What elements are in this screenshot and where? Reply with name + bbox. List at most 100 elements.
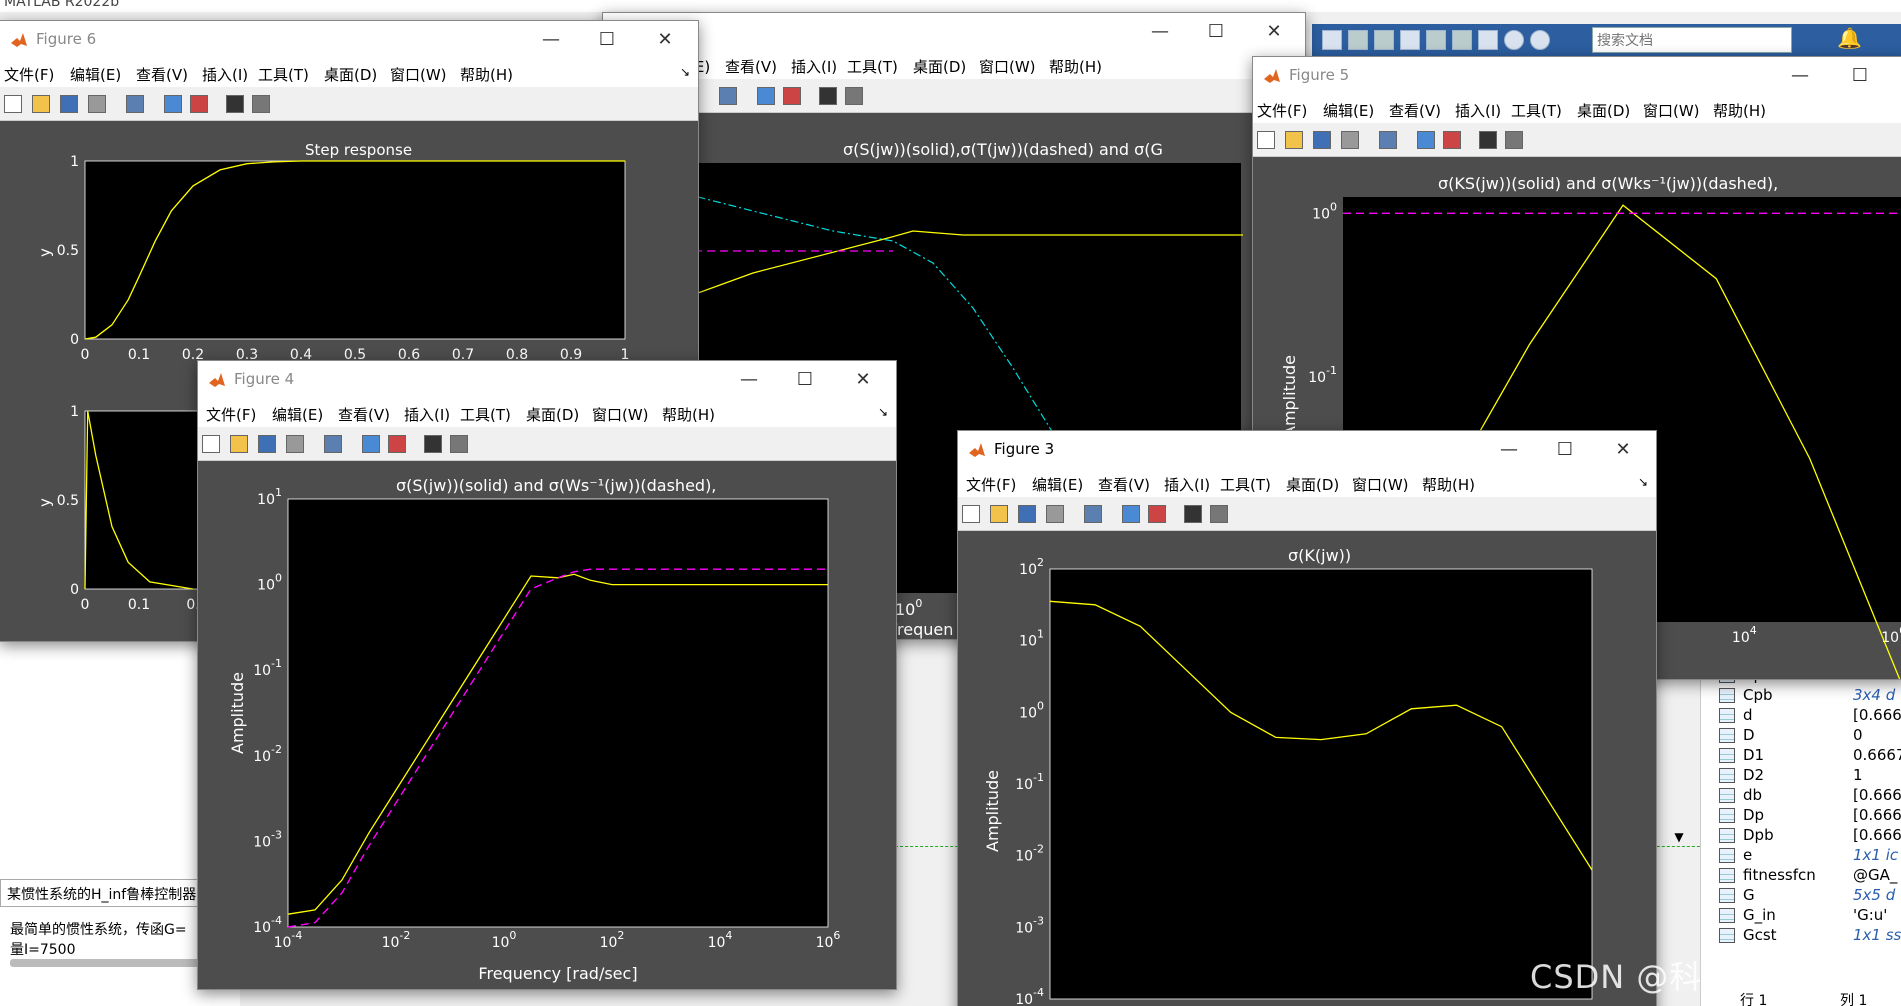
- close-icon[interactable]: ✕: [650, 25, 680, 55]
- menu-item[interactable]: 文件(F): [206, 404, 256, 425]
- property-editor-icon[interactable]: [1210, 505, 1228, 523]
- save-icon[interactable]: [1018, 505, 1036, 523]
- save-icon[interactable]: [258, 435, 276, 453]
- menu-item[interactable]: 文件(F): [1257, 100, 1307, 121]
- menu-item[interactable]: 桌面(D): [1286, 474, 1339, 495]
- paste-icon[interactable]: [1400, 30, 1420, 50]
- colorbar-icon[interactable]: [1417, 131, 1435, 149]
- menu-item[interactable]: 帮助(H): [1049, 56, 1102, 77]
- workspace-row[interactable]: D0: [1701, 726, 1901, 746]
- menu-item[interactable]: 帮助(H): [1713, 100, 1766, 121]
- save-icon[interactable]: [60, 95, 78, 113]
- menu-item[interactable]: 插入(I): [202, 64, 248, 85]
- menu-item[interactable]: 窗口(W): [1643, 100, 1700, 121]
- help-icon[interactable]: [1504, 30, 1524, 50]
- pointer-icon[interactable]: [819, 87, 837, 105]
- undo-icon[interactable]: [1426, 30, 1446, 50]
- workspace-row[interactable]: d [0.666: [1701, 706, 1901, 726]
- workspace-row[interactable]: Dp [0.666: [1701, 806, 1901, 826]
- save-icon[interactable]: [1313, 131, 1331, 149]
- notification-bell-icon[interactable]: 🔔: [1837, 26, 1862, 50]
- menu-item[interactable]: 插入(I): [1164, 474, 1210, 495]
- copy-icon[interactable]: [1374, 30, 1394, 50]
- redo-icon[interactable]: [1452, 30, 1472, 50]
- maximize-icon[interactable]: ☐: [1845, 61, 1875, 91]
- close-icon[interactable]: ✕: [1259, 17, 1289, 47]
- print-icon[interactable]: [286, 435, 304, 453]
- pointer-icon[interactable]: [1184, 505, 1202, 523]
- switch-windows-icon[interactable]: [1478, 30, 1498, 50]
- dock-arrow-icon[interactable]: ↘: [680, 65, 690, 79]
- colorbar-icon[interactable]: [164, 95, 182, 113]
- menu-item[interactable]: 工具(T): [847, 56, 898, 77]
- property-editor-icon[interactable]: [450, 435, 468, 453]
- menu-item[interactable]: 文件(F): [4, 64, 54, 85]
- menu-item[interactable]: 查看(V): [725, 56, 777, 77]
- menu-item[interactable]: 窗口(W): [1352, 474, 1409, 495]
- workspace-row[interactable]: G 5x5 d: [1701, 886, 1901, 906]
- pointer-icon[interactable]: [424, 435, 442, 453]
- menu-item[interactable]: 窗口(W): [979, 56, 1036, 77]
- open-file-icon[interactable]: [1285, 131, 1303, 149]
- search-input[interactable]: [1592, 27, 1792, 53]
- menu-item[interactable]: 工具(T): [460, 404, 511, 425]
- maximize-icon[interactable]: ☐: [592, 25, 622, 55]
- menu-item[interactable]: 查看(V): [1098, 474, 1150, 495]
- colorbar-icon[interactable]: [757, 87, 775, 105]
- menu-item[interactable]: 编辑(E): [272, 404, 323, 425]
- new-figure-icon[interactable]: [4, 95, 22, 113]
- maximize-icon[interactable]: ☐: [1201, 17, 1231, 47]
- pointer-icon[interactable]: [226, 95, 244, 113]
- dock-arrow-icon[interactable]: ↘: [1638, 475, 1648, 489]
- scroll-down-icon[interactable]: ▼: [1670, 830, 1688, 860]
- menu-item[interactable]: 编辑(E): [1032, 474, 1083, 495]
- menu-item[interactable]: 窗口(W): [390, 64, 447, 85]
- property-editor-icon[interactable]: [1505, 131, 1523, 149]
- menu-item[interactable]: 桌面(D): [913, 56, 966, 77]
- menu-item[interactable]: 工具(T): [258, 64, 309, 85]
- print-icon[interactable]: [1341, 131, 1359, 149]
- options-icon[interactable]: [1530, 30, 1550, 50]
- link-plot-icon[interactable]: [324, 435, 342, 453]
- workspace-row[interactable]: D1 0.6667: [1701, 746, 1901, 766]
- link-plot-icon[interactable]: [719, 87, 737, 105]
- workspace-row[interactable]: D2 1: [1701, 766, 1901, 786]
- minimize-icon[interactable]: —: [1785, 61, 1815, 91]
- workspace-row[interactable]: Gcst 1x1 ss: [1701, 926, 1901, 946]
- menu-item[interactable]: 桌面(D): [526, 404, 579, 425]
- workspace-row[interactable]: G_in 'G:u': [1701, 906, 1901, 926]
- colorbar-icon[interactable]: [1122, 505, 1140, 523]
- menu-item[interactable]: 查看(V): [1389, 100, 1441, 121]
- menu-item[interactable]: 桌面(D): [324, 64, 377, 85]
- menu-item[interactable]: 窗口(W): [592, 404, 649, 425]
- workspace-row[interactable]: e 1x1 ic: [1701, 846, 1901, 866]
- menu-item[interactable]: 帮助(H): [460, 64, 513, 85]
- menu-item[interactable]: 文件(F): [966, 474, 1016, 495]
- menu-item[interactable]: 工具(T): [1511, 100, 1562, 121]
- workspace-row[interactable]: fitnessfcn @GA_: [1701, 866, 1901, 886]
- minimize-icon[interactable]: —: [734, 365, 764, 395]
- property-editor-icon[interactable]: [845, 87, 863, 105]
- legend-icon[interactable]: [190, 95, 208, 113]
- menu-item[interactable]: 编辑(E): [70, 64, 121, 85]
- figure-window-4[interactable]: Figure 4 — ☐ ✕ 文件(F) 编辑(E) 查看(V) 插入(I) 工具(T)…: [197, 360, 897, 990]
- menu-item[interactable]: 工具(T): [1220, 474, 1271, 495]
- legend-icon[interactable]: [388, 435, 406, 453]
- minimize-icon[interactable]: —: [536, 25, 566, 55]
- workspace-row[interactable]: db [0.666: [1701, 786, 1901, 806]
- menu-item[interactable]: 插入(I): [791, 56, 837, 77]
- minimize-icon[interactable]: —: [1494, 435, 1524, 465]
- close-icon[interactable]: ✕: [1608, 435, 1638, 465]
- dock-arrow-icon[interactable]: ↘: [878, 405, 888, 419]
- link-plot-icon[interactable]: [126, 95, 144, 113]
- minimize-icon[interactable]: —: [1145, 17, 1175, 47]
- menu-item[interactable]: 桌面(D): [1577, 100, 1630, 121]
- link-plot-icon[interactable]: [1379, 131, 1397, 149]
- new-figure-icon[interactable]: [1257, 131, 1275, 149]
- pointer-icon[interactable]: [1479, 131, 1497, 149]
- workspace-row[interactable]: Cpb 3x4 d: [1701, 686, 1901, 706]
- property-editor-icon[interactable]: [252, 95, 270, 113]
- print-icon[interactable]: [88, 95, 106, 113]
- colorbar-icon[interactable]: [362, 435, 380, 453]
- save-icon[interactable]: [1322, 30, 1342, 50]
